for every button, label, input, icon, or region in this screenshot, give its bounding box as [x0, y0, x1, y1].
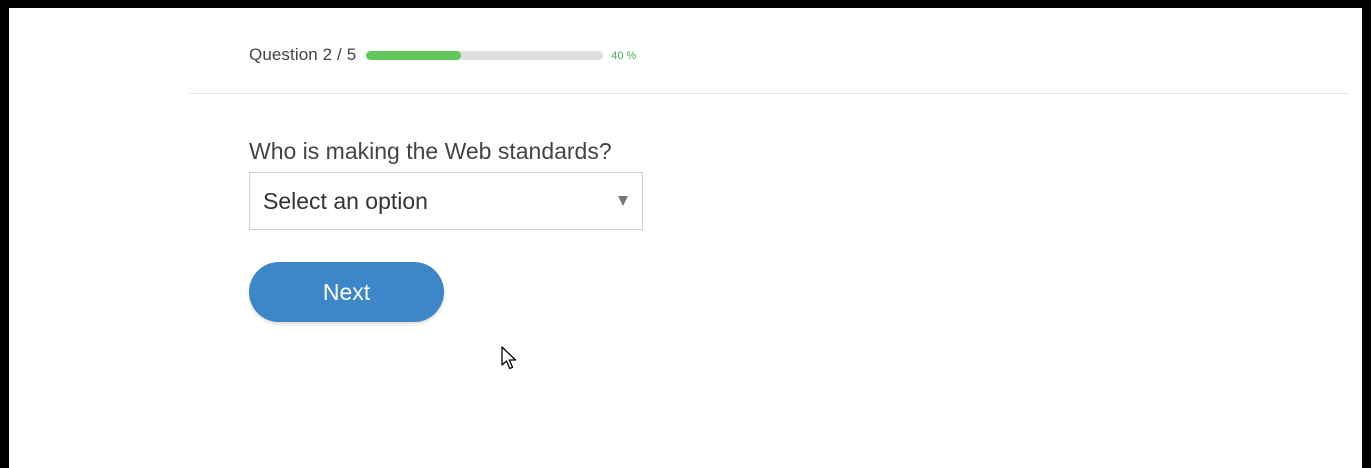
- progress-percent: 40 %: [611, 50, 637, 62]
- next-button[interactable]: Next: [249, 262, 444, 322]
- select-value: Select an option: [263, 187, 428, 214]
- header-divider: [190, 93, 1349, 94]
- progress-bar-fill: [366, 50, 462, 60]
- answer-select[interactable]: Select an option: [249, 172, 643, 230]
- progress-bar: [366, 50, 604, 60]
- app-frame: Question 2 / 5 40 % Who is making the We…: [0, 0, 1371, 468]
- mouse-cursor-icon: [501, 346, 517, 370]
- progress-header: Question 2 / 5 40 %: [249, 44, 636, 66]
- question-counter: Question 2 / 5: [249, 45, 357, 64]
- question-text: Who is making the Web standards?: [249, 138, 612, 164]
- chevron-down-icon: [618, 196, 628, 206]
